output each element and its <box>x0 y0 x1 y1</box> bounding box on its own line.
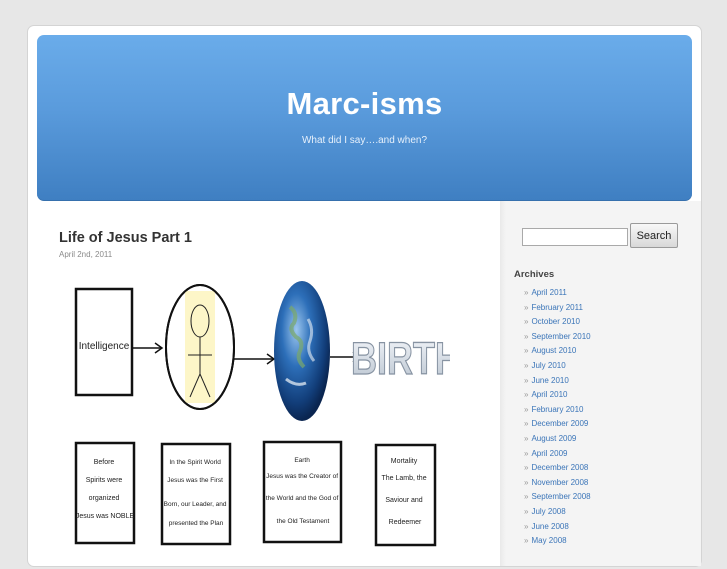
archive-item: » August 2010 <box>524 344 591 359</box>
page-container: Marc-isms What did I say….and when? Life… <box>27 25 702 567</box>
bullet-icon: » <box>524 536 529 546</box>
box-before-line: Jesus was NOBLE <box>76 513 135 520</box>
box-mortality-line: The Lamb, the <box>381 475 426 482</box>
box-before-line: organized <box>89 495 120 502</box>
box-before-line: Before <box>94 459 115 466</box>
box-earth-line: Earth <box>294 457 310 464</box>
site-header: Marc-isms What did I say….and when? <box>37 35 692 201</box>
birth-label: BIRTH <box>351 333 450 384</box>
archive-item: » July 2008 <box>524 505 591 520</box>
archives-heading: Archives <box>514 269 555 280</box>
box-mortality-line: Saviour and <box>385 497 422 504</box>
archive-link[interactable]: June 2010 <box>531 376 568 385</box>
bullet-icon: » <box>524 390 529 400</box>
archive-item: » November 2008 <box>524 476 591 491</box>
box-spirit-world-line: presented the Plan <box>169 520 224 527</box>
bullet-icon: » <box>524 448 529 458</box>
bullet-icon: » <box>524 317 529 327</box>
box-before-line: Spirits were <box>86 477 123 484</box>
bullet-icon: » <box>524 302 529 312</box>
archive-link[interactable]: December 2009 <box>531 419 588 428</box>
archive-link[interactable]: December 2008 <box>531 463 588 472</box>
archive-item: » February 2010 <box>524 403 591 418</box>
archive-item: » June 2010 <box>524 374 591 389</box>
earth-globe <box>274 281 330 421</box>
post-title[interactable]: Life of Jesus Part 1 <box>59 230 192 246</box>
bullet-icon: » <box>524 521 529 531</box>
box-spirit-world-line: In the Spirit World <box>169 459 221 466</box>
archive-link[interactable]: May 2008 <box>531 536 566 545</box>
bullet-icon: » <box>524 419 529 429</box>
bullet-icon: » <box>524 433 529 443</box>
bullet-icon: » <box>524 506 529 516</box>
archive-link[interactable]: July 2010 <box>531 361 565 370</box>
archive-item: » February 2011 <box>524 301 591 316</box>
bullet-icon: » <box>524 288 529 297</box>
box-spirit-world-line: Born, our Leader, and <box>164 501 227 508</box>
archive-item: » October 2010 <box>524 315 591 330</box>
search-button[interactable]: Search <box>630 223 678 248</box>
archive-item: » August 2009 <box>524 432 591 447</box>
site-title[interactable]: Marc-isms <box>37 86 692 122</box>
bullet-icon: » <box>524 331 529 341</box>
box-mortality-line: Redeemer <box>389 519 422 526</box>
archive-item: » June 2008 <box>524 520 591 535</box>
archive-item: » April 2011 <box>524 286 591 301</box>
post-date: April 2nd, 2011 <box>59 250 113 259</box>
bullet-icon: » <box>524 360 529 370</box>
site-tagline: What did I say….and when? <box>301 135 428 146</box>
archive-item: » September 2008 <box>524 490 591 505</box>
archive-link[interactable]: June 2008 <box>531 522 568 531</box>
life-of-jesus-diagram: Intelligence BIRTH Before Spirits were o… <box>74 281 450 547</box>
archive-item: » December 2009 <box>524 417 591 432</box>
archive-item: » September 2010 <box>524 330 591 345</box>
archive-item: » July 2010 <box>524 359 591 374</box>
sidebar: Search Archives » April 2011» February 201… <box>500 201 701 566</box>
bullet-icon: » <box>524 346 529 356</box>
archive-link[interactable]: September 2008 <box>531 492 590 501</box>
main-content: Life of Jesus Part 1 April 2nd, 2011 Int… <box>28 201 500 566</box>
search-input[interactable] <box>522 228 628 246</box>
box-earth-line: the World and the God of <box>266 495 339 502</box>
archives-list: » April 2011» February 2011» October 2010» S… <box>524 286 591 549</box>
arrow-1 <box>132 342 164 354</box>
box-earth-line: Jesus was the Creator of <box>266 473 338 480</box>
bullet-icon: » <box>524 404 529 414</box>
archive-item: » May 2008 <box>524 534 591 549</box>
archive-link[interactable]: October 2010 <box>531 317 579 326</box>
bullet-icon: » <box>524 492 529 502</box>
archive-link[interactable]: February 2010 <box>531 405 583 414</box>
intelligence-label: Intelligence <box>79 341 130 352</box>
arrow-2 <box>234 353 276 365</box>
archive-link[interactable]: February 2011 <box>531 303 582 312</box>
archive-link[interactable]: November 2008 <box>531 478 588 487</box>
archive-item: » December 2008 <box>524 461 591 476</box>
box-earth-line: the Old Testament <box>277 518 330 525</box>
archive-item: » April 2009 <box>524 447 591 462</box>
spirit-figure <box>165 284 235 410</box>
bullet-icon: » <box>524 477 529 487</box>
archive-link[interactable]: April 2010 <box>531 390 567 399</box>
archive-link[interactable]: July 2008 <box>531 507 565 516</box>
archive-link[interactable]: September 2010 <box>531 332 590 341</box>
bullet-icon: » <box>524 375 529 385</box>
archive-link[interactable]: August 2010 <box>531 346 576 355</box>
bullet-icon: » <box>524 463 529 473</box>
archive-link[interactable]: April 2011 <box>531 288 566 297</box>
box-before <box>74 441 136 545</box>
archive-link[interactable]: August 2009 <box>531 434 576 443</box>
box-mortality-line: Mortality <box>391 458 418 465</box>
archive-item: » April 2010 <box>524 388 591 403</box>
archive-link[interactable]: April 2009 <box>531 449 567 458</box>
box-spirit-world-line: Jesus was the First <box>167 477 223 484</box>
